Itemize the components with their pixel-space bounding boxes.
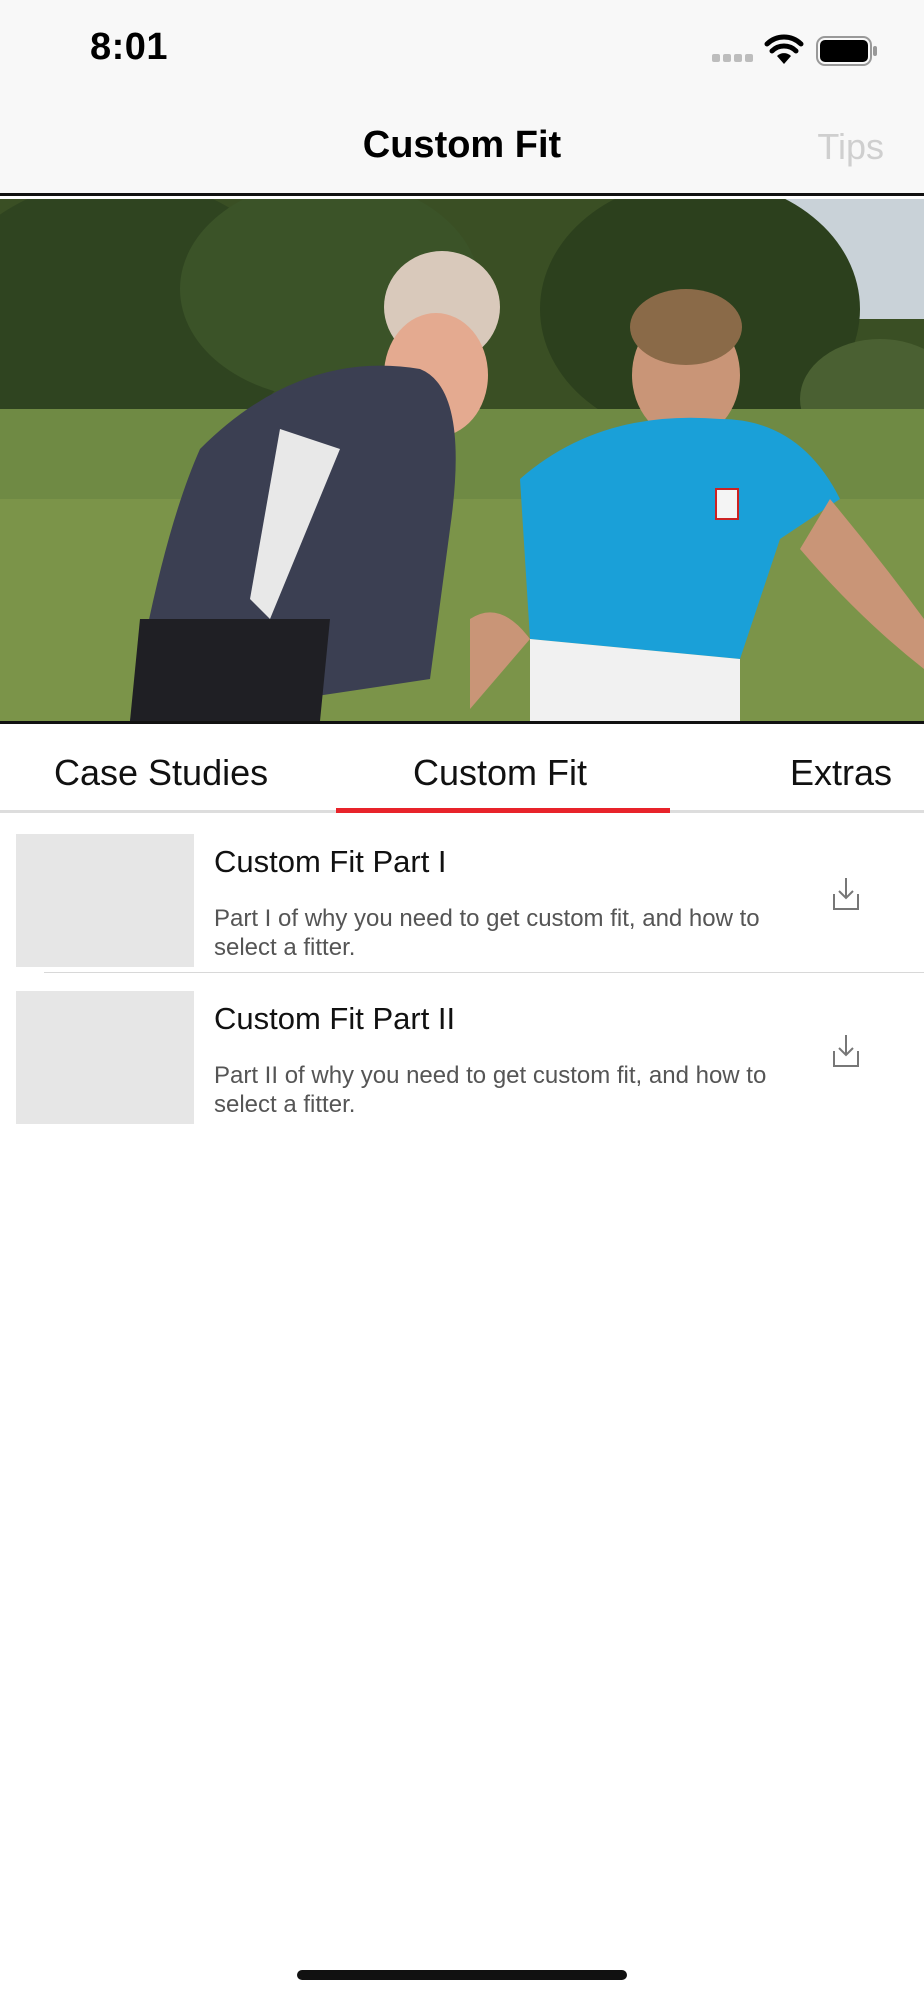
tips-button[interactable]: Tips xyxy=(817,126,884,168)
video-thumbnail xyxy=(16,834,194,967)
item-description: Part II of why you need to get custom fi… xyxy=(214,1062,767,1118)
video-player[interactable] xyxy=(0,199,924,721)
segmented-tabs: Case Studies Custom Fit Extras xyxy=(0,724,924,816)
tab-custom-fit[interactable]: Custom Fit xyxy=(413,752,587,794)
battery-icon xyxy=(816,36,877,66)
download-icon[interactable] xyxy=(832,876,860,912)
selected-tab-indicator xyxy=(336,808,670,813)
navigation-bar: Custom Fit Tips xyxy=(0,100,924,196)
list-item[interactable]: Custom Fit Part II Part II of why you ne… xyxy=(0,973,924,1130)
video-list: Custom Fit Part I Part I of why you need… xyxy=(0,816,924,1130)
video-thumbnail xyxy=(16,991,194,1124)
wifi-icon xyxy=(764,34,804,64)
home-indicator xyxy=(297,1970,627,1980)
tab-case-studies[interactable]: Case Studies xyxy=(54,752,268,794)
item-title: Custom Fit Part II xyxy=(214,1001,456,1036)
cellular-signal-icon xyxy=(712,54,756,64)
list-item[interactable]: Custom Fit Part I Part I of why you need… xyxy=(0,816,924,973)
tab-extras[interactable]: Extras xyxy=(790,752,892,794)
item-description: Part I of why you need to get custom fit… xyxy=(214,905,760,961)
download-icon[interactable] xyxy=(832,1033,860,1069)
item-title: Custom Fit Part I xyxy=(214,844,447,879)
video-thumbnail-image xyxy=(0,199,924,721)
status-bar: 8:01 xyxy=(0,0,924,100)
page-title: Custom Fit xyxy=(362,124,562,166)
status-time: 8:01 xyxy=(90,26,169,68)
